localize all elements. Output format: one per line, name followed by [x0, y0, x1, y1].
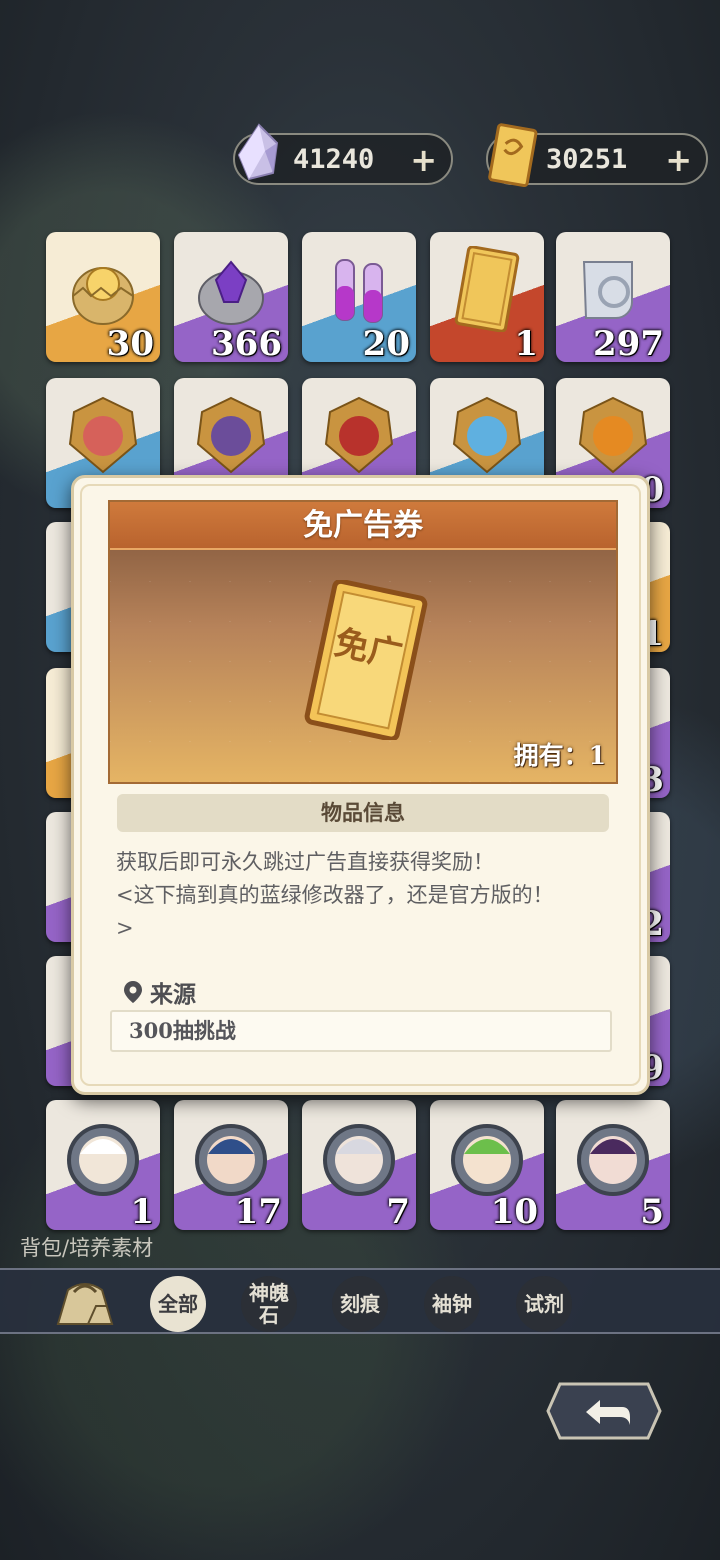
portrait-silver-hair-icon [323, 1124, 395, 1196]
ad-free-ticket-icon: 免广 [304, 580, 428, 740]
red-badge-icon [68, 396, 138, 474]
item-qty: 1 [130, 1192, 154, 1230]
inventory-item[interactable]: 17 [174, 1100, 288, 1230]
inventory-item[interactable]: 297 [556, 232, 670, 362]
scroll-icon [582, 261, 633, 319]
item-qty: 17 [234, 1192, 282, 1230]
ad-free-ticket-icon [454, 246, 520, 332]
item-title-bar: 免广告券 [110, 502, 616, 550]
purple-egg-icon [198, 260, 264, 325]
add-ticket-button[interactable]: + [665, 141, 692, 179]
item-qty: 30 [106, 324, 154, 362]
location-pin-icon [124, 981, 142, 1003]
purple-badge-icon [196, 396, 266, 474]
inventory-item[interactable]: 7 [302, 1100, 416, 1230]
orange-badge-icon [578, 396, 648, 474]
portrait-blue-hair-icon [195, 1124, 267, 1196]
tab-sleeve-clock[interactable]: 袖钟 [424, 1276, 480, 1332]
item-detail-modal[interactable]: 免广告券 免广 拥有：1 物品信息 获取后即可永久跳过广告直接获得奖励！ <这下… [71, 475, 650, 1095]
tab-reagent[interactable]: 试剂 [516, 1276, 572, 1332]
crystal-currency: 41240 + [233, 123, 453, 185]
item-info-header: 物品信息 [117, 794, 609, 832]
blue-badge-icon [452, 396, 522, 474]
back-button[interactable] [546, 1382, 662, 1440]
golden-egg-icon [72, 267, 134, 325]
tab-all[interactable]: 全部 [150, 1276, 206, 1332]
crimson-badge-icon [324, 396, 394, 474]
inventory-item[interactable]: 1 [46, 1100, 160, 1230]
crystal-icon [237, 123, 279, 181]
inventory-item[interactable]: 5 [556, 1100, 670, 1230]
portrait-white-hair-icon [67, 1124, 139, 1196]
item-qty: 297 [593, 324, 664, 362]
description-line: <这下搞到真的蓝绿修改器了，还是官方版的！ [116, 883, 554, 907]
inventory-item[interactable]: 30 [46, 232, 160, 362]
item-description: 获取后即可永久跳过广告直接获得奖励！ <这下搞到真的蓝绿修改器了，还是官方版的！… [116, 846, 606, 945]
item-qty: 1 [514, 324, 538, 362]
source-header: 来源 [122, 976, 196, 1008]
ticket-currency: 30251 + [486, 123, 708, 187]
description-line: > [116, 916, 134, 940]
tab-soul-stone[interactable]: 神魄石 [241, 1276, 297, 1332]
crystal-amount: 41240 [293, 144, 375, 175]
inventory-item[interactable]: 1 [430, 232, 544, 362]
item-qty: 366 [211, 324, 282, 362]
portrait-purple-hair-icon [577, 1124, 649, 1196]
description-line: 获取后即可永久跳过广告直接获得奖励！ [116, 850, 494, 874]
item-title: 免广告券 [303, 508, 423, 543]
backpack-icon [56, 1283, 114, 1325]
tab-label: 神魄石 [249, 1281, 289, 1327]
inventory-item[interactable]: 20 [302, 232, 416, 362]
item-qty: 10 [490, 1192, 538, 1230]
inventory-item[interactable]: 366 [174, 232, 288, 362]
add-crystal-button[interactable]: + [410, 141, 437, 179]
ticket-currency-icon [488, 123, 538, 187]
inventory-item[interactable]: 10 [430, 1100, 544, 1230]
item-banner: 免广告券 免广 拥有：1 [108, 500, 618, 784]
item-qty: 7 [386, 1192, 410, 1230]
category-tab-bar: 全部 神魄石 刻痕 袖钟 试剂 [0, 1268, 720, 1334]
source-entry[interactable]: 300抽挑战 [110, 1010, 612, 1052]
ticket-amount: 30251 [546, 144, 628, 175]
item-qty: 20 [362, 324, 410, 362]
owned-count: 拥有：1 [513, 741, 606, 770]
tab-engraving[interactable]: 刻痕 [332, 1276, 388, 1332]
potion-vials-icon [335, 259, 383, 323]
source-label: 来源 [150, 981, 196, 1008]
breadcrumb: 背包/培养素材 [20, 1236, 154, 1260]
portrait-green-hair-icon [451, 1124, 523, 1196]
item-qty: 5 [640, 1192, 664, 1230]
